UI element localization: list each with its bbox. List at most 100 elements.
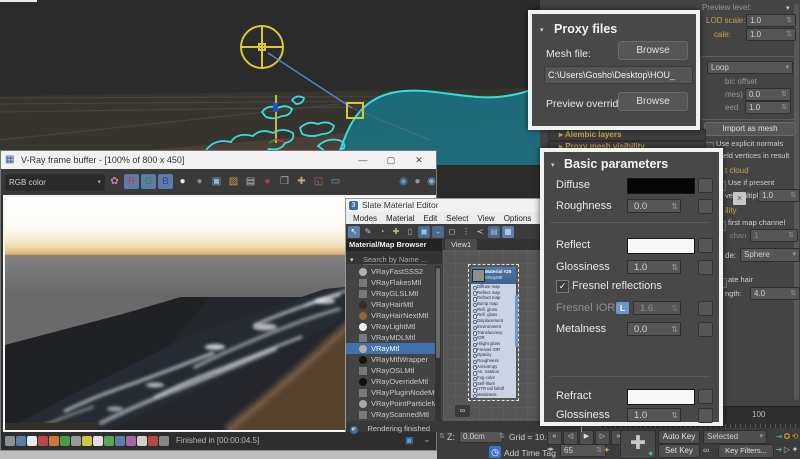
material-list-item[interactable]: VRayHairMtl: [346, 299, 435, 310]
slate-toolbar-icon[interactable]: ▣: [418, 226, 430, 238]
playback-button[interactable]: ▷: [595, 430, 610, 445]
z-spinner[interactable]: ⇅: [439, 432, 445, 440]
length-field[interactable]: 4.0⇅: [750, 287, 800, 300]
node-header[interactable]: Material #25 VRayMtl: [471, 267, 516, 284]
lod-scale-field[interactable]: 1.0⇅: [746, 14, 796, 27]
set-key-button[interactable]: Set Key: [658, 444, 700, 458]
refract-glossiness-field[interactable]: 1.0⇅: [627, 408, 681, 422]
vfb-history-toggle[interactable]: ▣: [405, 435, 414, 446]
vfb-toolbar-icon[interactable]: ▣: [209, 174, 224, 189]
playback-button[interactable]: ▶: [579, 430, 594, 445]
slate-toolbar-icon[interactable]: ⋮: [460, 226, 472, 238]
vfb-minimize-button[interactable]: —: [353, 151, 373, 169]
selection-set-dropdown[interactable]: Selected▾: [703, 430, 767, 444]
material-node[interactable]: Material #25 VRayMtl Diffuse map Reflect…: [471, 267, 516, 398]
vfb-footer-icon[interactable]: [159, 436, 169, 446]
key-mode-icon[interactable]: ✦: [603, 445, 611, 456]
vfb-render-icon[interactable]: ●: [411, 174, 424, 189]
metalness-field[interactable]: 0.0⇅: [627, 322, 681, 336]
material-list-item[interactable]: VRayLightMtl: [346, 321, 435, 332]
vfb-footer-icon[interactable]: [115, 436, 125, 446]
search-input[interactable]: Search by Name ...: [363, 255, 427, 265]
vfb-toolbar-icon[interactable]: ●: [175, 174, 190, 189]
fresnel-ior-lock-button[interactable]: L: [616, 302, 629, 314]
refract-glossiness-map-button[interactable]: [698, 408, 713, 423]
add-time-tag-icon[interactable]: ◷: [489, 446, 501, 458]
reflect-map-button[interactable]: [698, 238, 713, 253]
material-list-item[interactable]: VRayFlakesMtl: [346, 277, 435, 288]
auto-key-button[interactable]: Auto Key: [658, 430, 700, 444]
slate-toolbar-icon[interactable]: ◒: [432, 226, 444, 238]
vfb-footer-icon[interactable]: [60, 436, 70, 446]
fresnel-ior-field[interactable]: 1.6⇅: [633, 301, 681, 315]
slate-toolbar-icon[interactable]: ▤: [488, 226, 500, 238]
browse-preview-button[interactable]: Browse: [618, 92, 688, 111]
vfb-footer-icon[interactable]: [126, 436, 136, 446]
material-list-item[interactable]: VRayOSLMtl: [346, 365, 435, 376]
toggle-icon[interactable]: ✪: [783, 430, 791, 443]
material-list-item[interactable]: VRayFastSSS2: [346, 266, 435, 277]
toggle-icon[interactable]: ✦: [791, 443, 799, 456]
vfb-footer-icon[interactable]: [137, 436, 147, 446]
vfb-toolbar-icon[interactable]: ▤: [243, 174, 258, 189]
view1-tab[interactable]: View1: [445, 239, 477, 250]
vfb-toolbar-icon[interactable]: ❐: [277, 174, 292, 189]
menu-item[interactable]: Options: [504, 214, 532, 223]
toggle-icon[interactable]: ▷: [783, 443, 791, 456]
material-list-item[interactable]: VRayHairNextMtl: [346, 310, 435, 321]
reflect-color-swatch[interactable]: [627, 238, 695, 254]
glossiness-map-button[interactable]: [698, 260, 713, 275]
material-list-item[interactable]: VRayMtl: [346, 343, 435, 354]
vfb-toolbar-icon[interactable]: G: [141, 174, 156, 189]
diffuse-map-button[interactable]: [698, 178, 713, 193]
current-frame-field[interactable]: 65⇅: [560, 444, 606, 457]
glossiness-field[interactable]: 1.0⇅: [627, 260, 681, 274]
search-collapse-arrow[interactable]: ▾: [350, 257, 354, 264]
menu-item[interactable]: Select: [446, 214, 468, 223]
scale-field[interactable]: 1.0⇅: [746, 28, 796, 41]
toggle-icon[interactable]: ➔: [775, 443, 783, 456]
material-list-item[interactable]: VRayMtlWrapper: [346, 354, 435, 365]
vfb-render-icon[interactable]: ◉: [425, 174, 438, 189]
import-as-mesh-button[interactable]: Import as mesh: [704, 122, 796, 136]
dialog-close-button[interactable]: ×: [733, 192, 746, 205]
vfb-render-icon[interactable]: ◉: [397, 174, 410, 189]
material-list-item[interactable]: VRayPluginNodeMtl: [346, 387, 435, 398]
toggle-icon[interactable]: ⟲: [791, 430, 799, 443]
slate-toolbar-icon[interactable]: ▦: [502, 226, 514, 238]
fresnel-checkbox[interactable]: ✓: [556, 280, 569, 293]
toggle-icon[interactable]: ⇥: [775, 430, 783, 443]
vfb-toolbar-icon[interactable]: ▭: [328, 174, 343, 189]
roughness-map-button[interactable]: [698, 199, 713, 214]
proxy-collapse-arrow[interactable]: ▾: [540, 26, 544, 34]
vfb-toolbar-icon[interactable]: R: [124, 174, 139, 189]
menu-item[interactable]: Edit: [423, 214, 437, 223]
browser-scrollbar[interactable]: [435, 266, 441, 421]
vfb-collapse-toggle[interactable]: ⌄: [423, 434, 431, 445]
key-filters-icon[interactable]: ∞: [703, 445, 709, 455]
material-list-item[interactable]: VRayGLSLMtl: [346, 288, 435, 299]
basic-collapse-arrow[interactable]: ▾: [551, 161, 555, 169]
vfb-footer-icon[interactable]: [148, 436, 158, 446]
node-scrollbar[interactable]: [515, 295, 518, 347]
slate-toolbar-icon[interactable]: ✎: [362, 226, 374, 238]
vfb-footer-icon[interactable]: [71, 436, 81, 446]
rollout-alembic-layers[interactable]: ▸ Alembic layers: [548, 129, 706, 141]
slate-toolbar-icon[interactable]: ≺: [474, 226, 486, 238]
slate-toolbar-icon[interactable]: ✚: [390, 226, 402, 238]
menu-item[interactable]: View: [478, 214, 495, 223]
slate-toolbar-icon[interactable]: ◔: [376, 226, 388, 238]
multiplier-field[interactable]: 1.0⇅: [758, 189, 800, 202]
material-list-item[interactable]: VRayPointParticleMtl: [346, 398, 435, 409]
material-list-item[interactable]: VRayOverrideMtl: [346, 376, 435, 387]
vfb-footer-icon[interactable]: [49, 436, 59, 446]
vfb-maximize-button[interactable]: ▢: [381, 151, 401, 169]
vfb-footer-icon[interactable]: [93, 436, 103, 446]
browser-search-row[interactable]: ▾ Search by Name ...: [346, 251, 442, 264]
z-spinner2[interactable]: ⇅: [499, 432, 505, 440]
loop-dropdown[interactable]: Loop▾: [707, 61, 793, 74]
frame-step-icon[interactable]: ◂▸: [547, 445, 554, 453]
key-filters-button[interactable]: Key Filters...: [718, 444, 774, 458]
browse-mesh-button[interactable]: Browse: [618, 41, 688, 60]
chan-field[interactable]: 1⇅: [750, 229, 798, 242]
